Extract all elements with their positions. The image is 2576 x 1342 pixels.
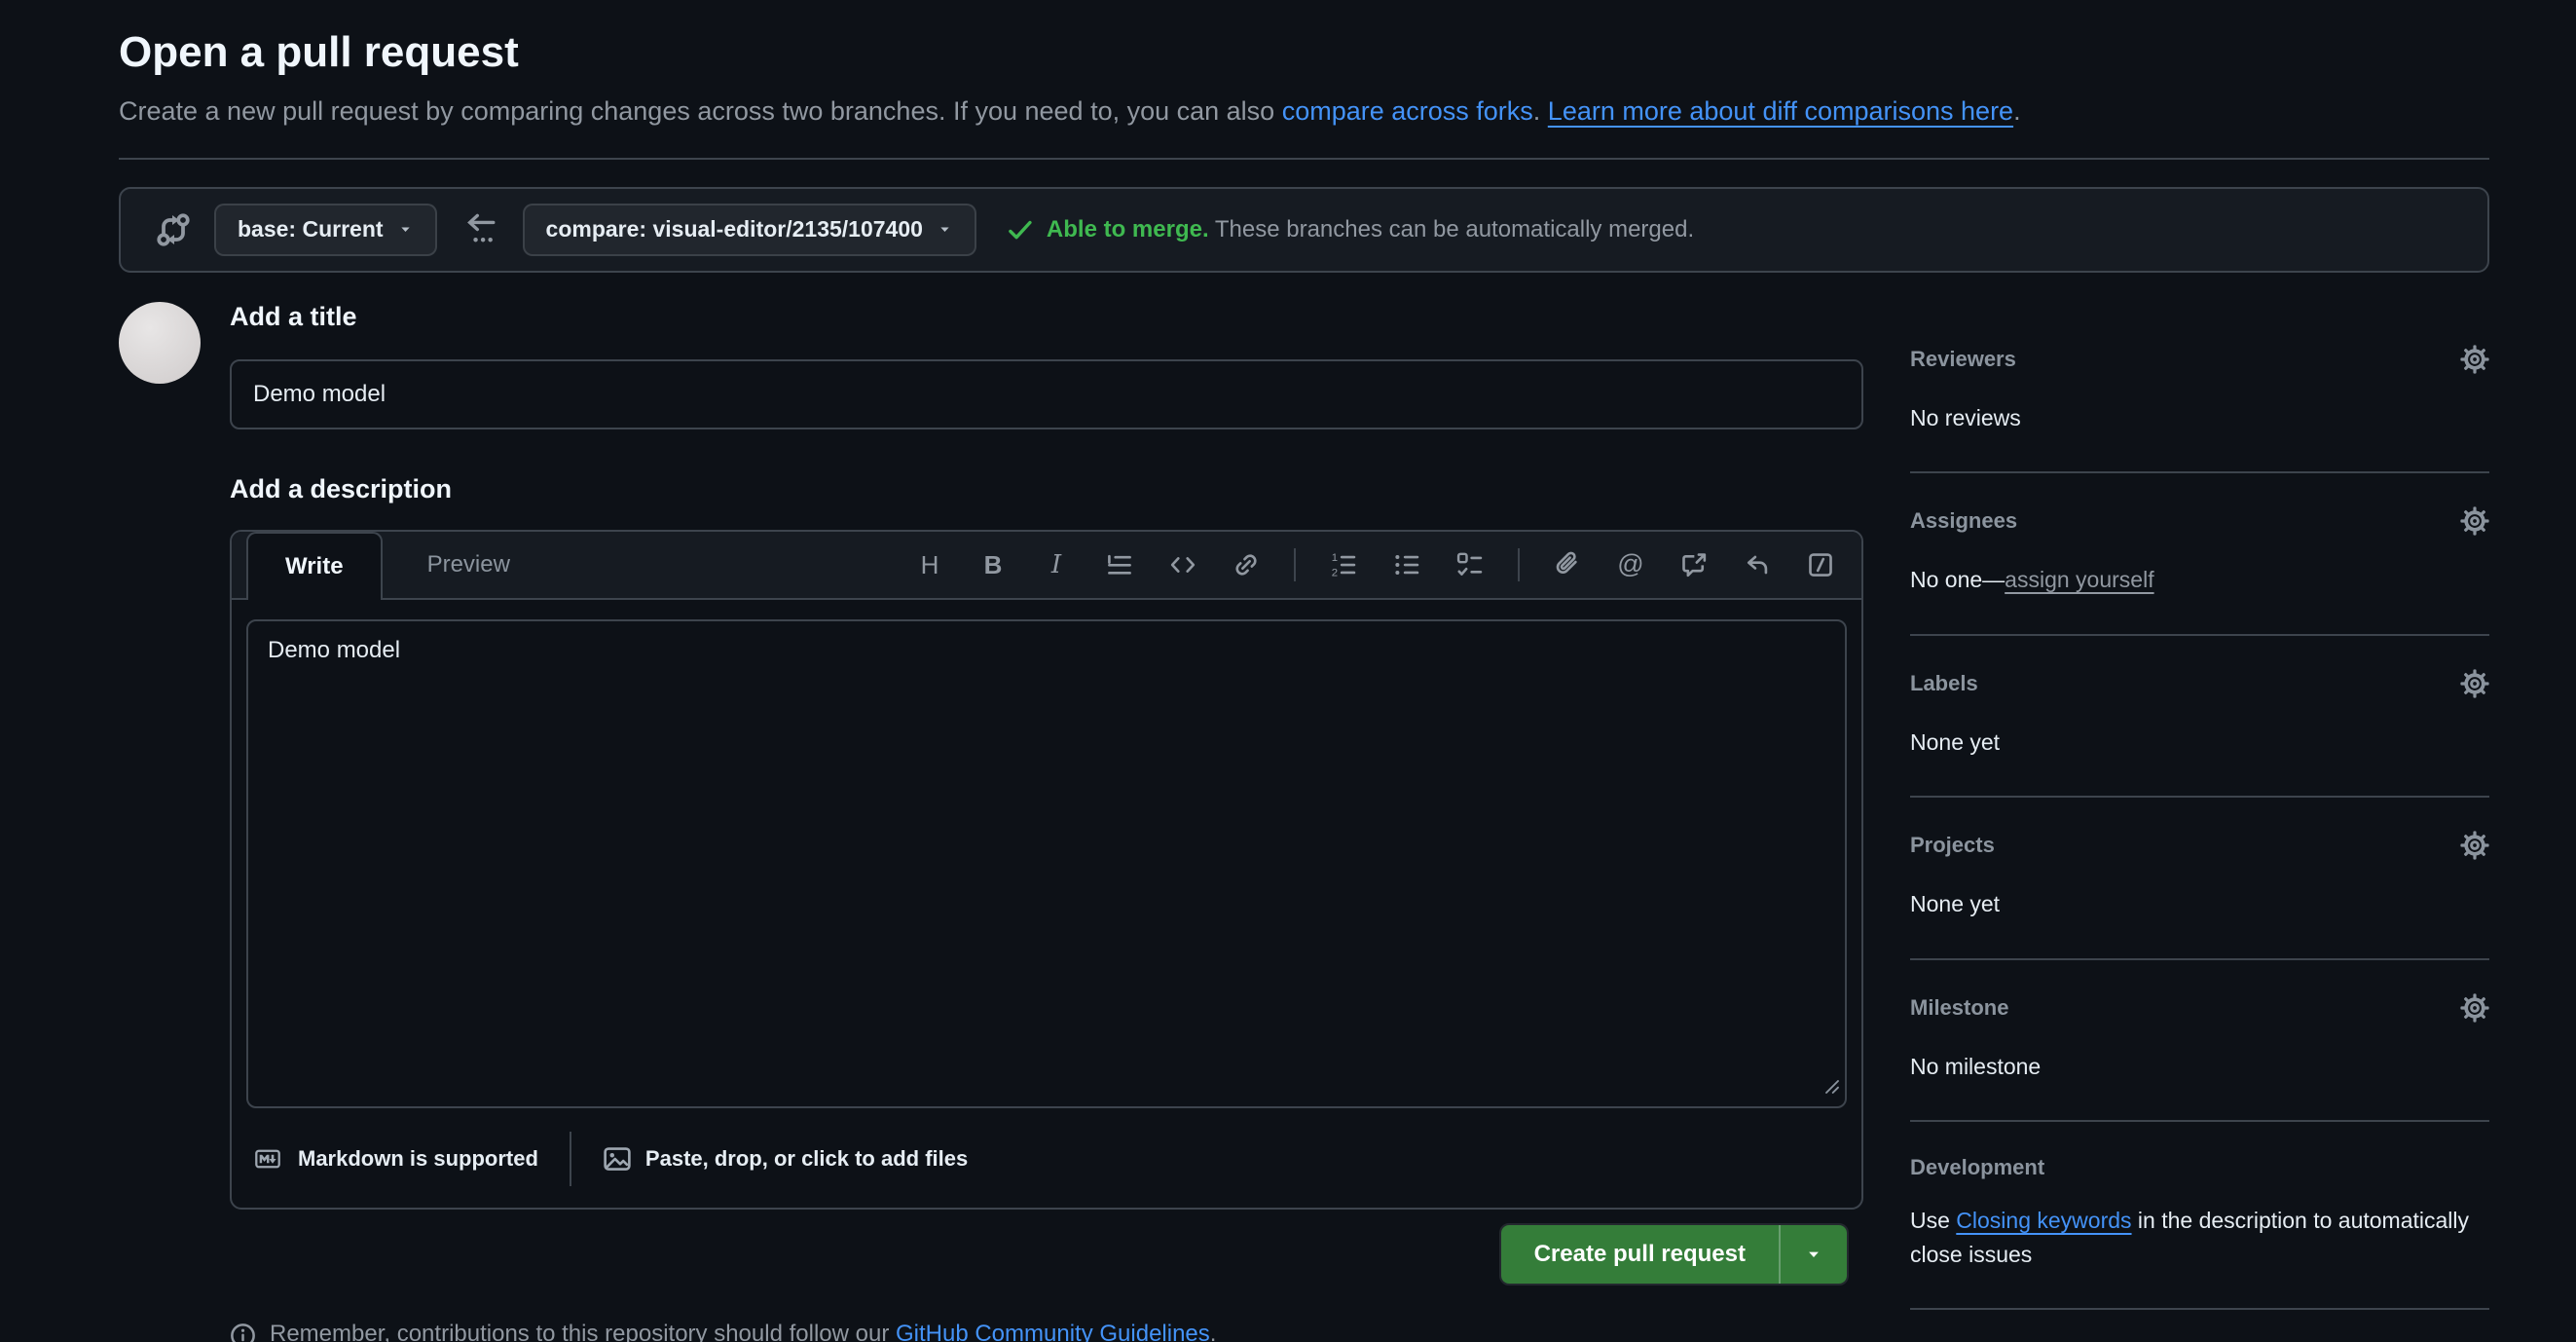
labels-value: None yet xyxy=(1910,726,2489,760)
markdown-supported-note[interactable]: Markdown is supported xyxy=(251,1146,538,1172)
pr-form: Add a title Add a description Write Prev… xyxy=(230,302,1863,1342)
chevron-down-icon xyxy=(397,221,414,238)
check-icon xyxy=(1006,215,1035,244)
editor-footer: Markdown is supported Paste, drop, or cl… xyxy=(232,1108,1861,1208)
diff-comparisons-link[interactable]: Learn more about diff comparisons here xyxy=(1548,96,2013,126)
page: Open a pull request Create a new pull re… xyxy=(0,0,2576,1342)
reviewers-section: Reviewers No reviews xyxy=(1910,345,2489,474)
avatar xyxy=(119,302,201,384)
reviewers-heading: Reviewers xyxy=(1910,347,2016,372)
projects-value: None yet xyxy=(1910,887,2489,921)
projects-gear-icon[interactable] xyxy=(2460,831,2489,860)
tab-write[interactable]: Write xyxy=(246,532,383,600)
milestone-gear-icon[interactable] xyxy=(2460,993,2489,1023)
milestone-heading: Milestone xyxy=(1910,995,2008,1021)
compare-across-forks-link[interactable]: compare across forks xyxy=(1282,96,1533,126)
base-branch-label: base: Current xyxy=(238,216,384,242)
info-icon xyxy=(230,1323,256,1342)
markdown-editor: Write Preview H B I xyxy=(230,530,1863,1210)
toolbar-divider xyxy=(1294,548,1296,581)
range-arrow-icon xyxy=(460,210,499,249)
slash-command-icon[interactable] xyxy=(1805,548,1836,581)
resize-handle[interactable] xyxy=(1824,1079,1840,1100)
assignees-value: No one— xyxy=(1910,567,2005,592)
labels-heading: Labels xyxy=(1910,671,1978,696)
description-textarea[interactable]: Demo model xyxy=(246,619,1847,1108)
base-branch-button[interactable]: base: Current xyxy=(214,204,437,256)
toolbar-divider xyxy=(1518,548,1520,581)
contribution-note: Remember, contributions to this reposito… xyxy=(230,1321,1863,1342)
create-pull-request-button[interactable]: Create pull request xyxy=(1501,1225,1779,1284)
footer-divider xyxy=(570,1132,571,1186)
paperclip-icon[interactable] xyxy=(1552,548,1583,581)
reply-icon[interactable] xyxy=(1742,548,1773,581)
community-guidelines-link[interactable]: GitHub Community Guidelines xyxy=(896,1321,1210,1342)
image-icon xyxy=(603,1144,632,1174)
branch-compare-bar: base: Current compare: visual-editor/213… xyxy=(119,187,2489,273)
editor-body: Demo model xyxy=(232,600,1861,1108)
italic-icon[interactable]: I xyxy=(1041,548,1072,581)
projects-heading: Projects xyxy=(1910,833,1995,858)
tab-preview[interactable]: Preview xyxy=(383,532,555,598)
tasklist-icon[interactable] xyxy=(1454,548,1486,581)
labels-section: Labels None yet xyxy=(1910,636,2489,799)
intro-text: Create a new pull request by comparing c… xyxy=(119,93,2489,160)
projects-section: Projects None yet xyxy=(1910,798,2489,960)
markdown-toolbar: H B I 12 xyxy=(914,532,1861,598)
assignees-section: Assignees No one—assign yourself xyxy=(1910,473,2489,636)
compare-branch-label: compare: visual-editor/2135/107400 xyxy=(546,216,923,242)
reviewers-value: No reviews xyxy=(1910,401,2489,435)
closing-keywords-link[interactable]: Closing keywords xyxy=(1956,1208,2131,1233)
milestone-value: No milestone xyxy=(1910,1050,2489,1084)
chevron-down-icon xyxy=(937,221,953,238)
link-icon[interactable] xyxy=(1231,548,1262,581)
compare-branch-button[interactable]: compare: visual-editor/2135/107400 xyxy=(523,204,976,256)
ordered-list-icon[interactable]: 12 xyxy=(1328,548,1359,581)
milestone-section: Milestone No milestone xyxy=(1910,960,2489,1123)
unordered-list-icon[interactable] xyxy=(1391,548,1422,581)
reviewers-gear-icon[interactable] xyxy=(2460,345,2489,374)
development-heading: Development xyxy=(1910,1155,2044,1180)
create-pull-request-split-button: Create pull request xyxy=(1499,1223,1849,1286)
merge-status-ok: Able to merge. xyxy=(1047,216,1209,242)
title-input[interactable] xyxy=(230,359,1863,429)
development-section: Development Use Closing keywords in the … xyxy=(1910,1122,2489,1310)
paste-files-note[interactable]: Paste, drop, or click to add files xyxy=(603,1144,968,1174)
page-title: Open a pull request xyxy=(119,27,2489,79)
code-icon[interactable] xyxy=(1167,548,1198,581)
intro-plain: Create a new pull request by comparing c… xyxy=(119,96,1282,126)
svg-text:2: 2 xyxy=(1332,567,1338,578)
editor-header: Write Preview H B I xyxy=(232,532,1861,600)
markdown-icon xyxy=(251,1146,284,1172)
assignees-heading: Assignees xyxy=(1910,508,2017,534)
svg-text:1: 1 xyxy=(1332,552,1338,564)
assign-yourself-link[interactable]: assign yourself xyxy=(2005,567,2153,592)
mention-icon[interactable]: @ xyxy=(1615,548,1646,581)
assignees-gear-icon[interactable] xyxy=(2460,506,2489,536)
bold-icon[interactable]: B xyxy=(977,548,1009,581)
title-heading: Add a title xyxy=(230,302,1863,332)
helpful-resources-section: Helpful resources GitHub Community Guide… xyxy=(1910,1310,2489,1342)
merge-status: Able to merge. These branches can be aut… xyxy=(1006,215,1694,244)
heading-icon[interactable]: H xyxy=(914,548,945,581)
merge-status-detail: These branches can be automatically merg… xyxy=(1209,216,1695,242)
git-compare-icon xyxy=(154,210,193,249)
quote-icon[interactable] xyxy=(1104,548,1135,581)
create-pull-request-dropdown[interactable] xyxy=(1779,1225,1847,1284)
caret-down-icon xyxy=(1804,1245,1823,1264)
labels-gear-icon[interactable] xyxy=(2460,669,2489,698)
pr-sidebar: Reviewers No reviews Assignees No one—as… xyxy=(1910,302,2489,1342)
cross-reference-icon[interactable] xyxy=(1678,548,1710,581)
description-heading: Add a description xyxy=(230,474,1863,504)
